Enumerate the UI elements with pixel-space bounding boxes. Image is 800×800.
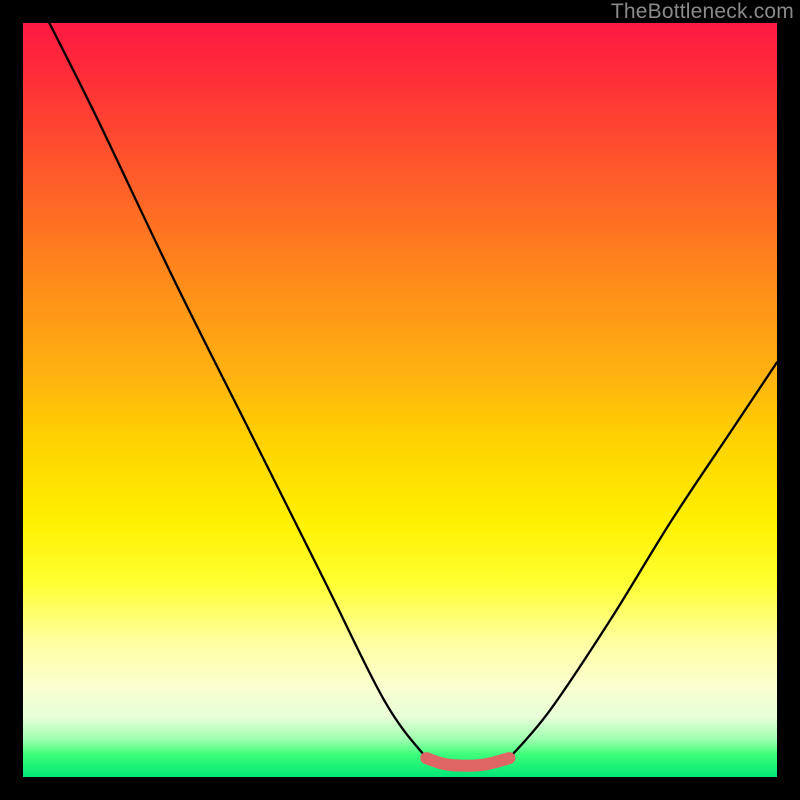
plot-area [23,23,777,777]
curve-left-path [49,23,426,758]
chart-frame: TheBottleneck.com [0,0,800,800]
flat-bottom-highlight [426,758,509,766]
curve-right-path [509,362,777,758]
curve-svg [23,23,777,777]
watermark-text: TheBottleneck.com [611,0,794,24]
